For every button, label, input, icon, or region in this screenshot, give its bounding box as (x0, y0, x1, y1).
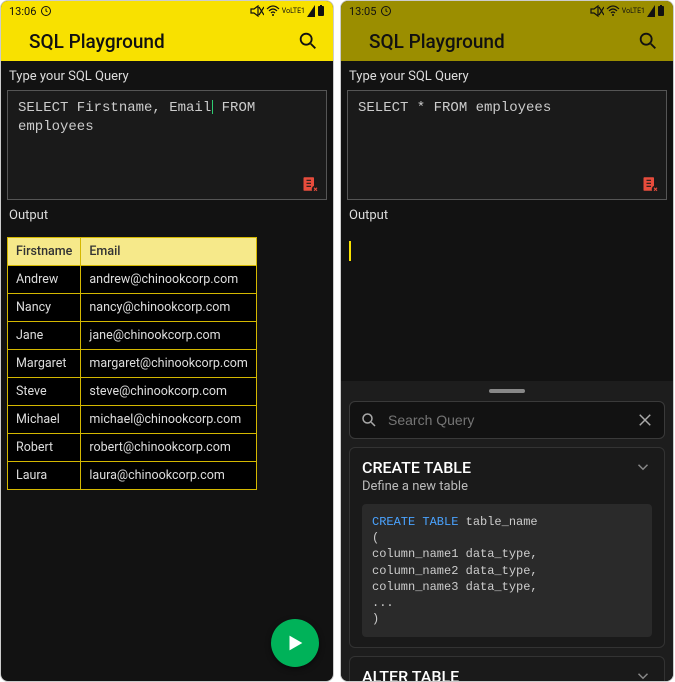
status-icons: VoLTE1 (590, 5, 665, 17)
query-card-alter-table[interactable]: ALTER TABLE Modifies a table definition (349, 656, 665, 682)
battery-icon (657, 5, 665, 17)
sql-input[interactable]: SELECT Firstname, Email FROMemployees (7, 90, 327, 200)
mute-icon (250, 5, 264, 17)
chevron-down-icon[interactable] (634, 667, 652, 682)
search-row[interactable] (349, 401, 665, 439)
card-subtitle: Define a new table (362, 479, 471, 494)
output-cursor (349, 241, 351, 261)
network-label: VoLTE1 (282, 8, 305, 15)
network-label: VoLTE1 (622, 8, 645, 15)
table-row: Michaelmichael@chinookcorp.com (8, 406, 257, 434)
signal-icon (307, 5, 315, 17)
app-title: SQL Playground (369, 30, 505, 53)
sql-input[interactable]: SELECT * FROM employees (347, 90, 667, 200)
wifi-icon (266, 5, 280, 17)
search-icon (360, 411, 378, 429)
query-label: Type your SQL Query (341, 61, 673, 90)
output-label: Output (1, 200, 333, 229)
phone-left: 13:06 VoLTE1 SQL Playground Type your SQ… (0, 0, 334, 682)
card-title: ALTER TABLE (362, 667, 511, 682)
sheet-handle[interactable] (489, 389, 525, 393)
output-label: Output (341, 200, 673, 229)
wifi-icon (606, 5, 620, 17)
code-block: CREATE TABLE table_name ( column_name1 d… (362, 504, 652, 637)
table-row: Lauralaura@chinookcorp.com (8, 462, 257, 490)
query-sheet[interactable]: CREATE TABLE Define a new table CREATE T… (341, 381, 673, 681)
col-header: Firstname (8, 238, 81, 266)
chevron-down-icon[interactable] (634, 458, 652, 476)
table-row: Janejane@chinookcorp.com (8, 322, 257, 350)
search-input[interactable] (388, 412, 626, 428)
table-row: Robertrobert@chinookcorp.com (8, 434, 257, 462)
search-icon[interactable] (297, 30, 319, 52)
query-label: Type your SQL Query (1, 61, 333, 90)
status-bar: 13:06 VoLTE1 (1, 1, 333, 21)
status-time: 13:06 (9, 5, 36, 18)
mute-icon (590, 5, 604, 17)
battery-icon (317, 5, 325, 17)
search-icon[interactable] (637, 30, 659, 52)
status-time: 13:05 (349, 5, 376, 18)
sync-icon (40, 5, 52, 17)
status-icons: VoLTE1 (250, 5, 325, 17)
clear-query-icon[interactable] (642, 175, 660, 193)
signal-icon (647, 5, 655, 17)
phone-right: 13:05 VoLTE1 SQL Playground Type your SQ… (340, 0, 674, 682)
app-bar: SQL Playground (341, 21, 673, 61)
result-table: Firstname Email Andrewandrew@chinookcorp… (7, 237, 257, 490)
col-header: Email (81, 238, 256, 266)
query-card-create-table[interactable]: CREATE TABLE Define a new table CREATE T… (349, 447, 665, 648)
card-title: CREATE TABLE (362, 458, 471, 477)
table-row: Nancynancy@chinookcorp.com (8, 294, 257, 322)
close-icon[interactable] (636, 411, 654, 429)
run-button[interactable] (271, 619, 319, 667)
sync-icon (380, 5, 392, 17)
play-icon (284, 632, 306, 654)
output-area: Firstname Email Andrewandrew@chinookcorp… (1, 229, 333, 681)
clear-query-icon[interactable] (302, 175, 320, 193)
table-row: Margaretmargaret@chinookcorp.com (8, 350, 257, 378)
app-bar: SQL Playground (1, 21, 333, 61)
table-row: Andrewandrew@chinookcorp.com (8, 266, 257, 294)
app-title: SQL Playground (29, 30, 165, 53)
status-bar: 13:05 VoLTE1 (341, 1, 673, 21)
table-row: Stevesteve@chinookcorp.com (8, 378, 257, 406)
